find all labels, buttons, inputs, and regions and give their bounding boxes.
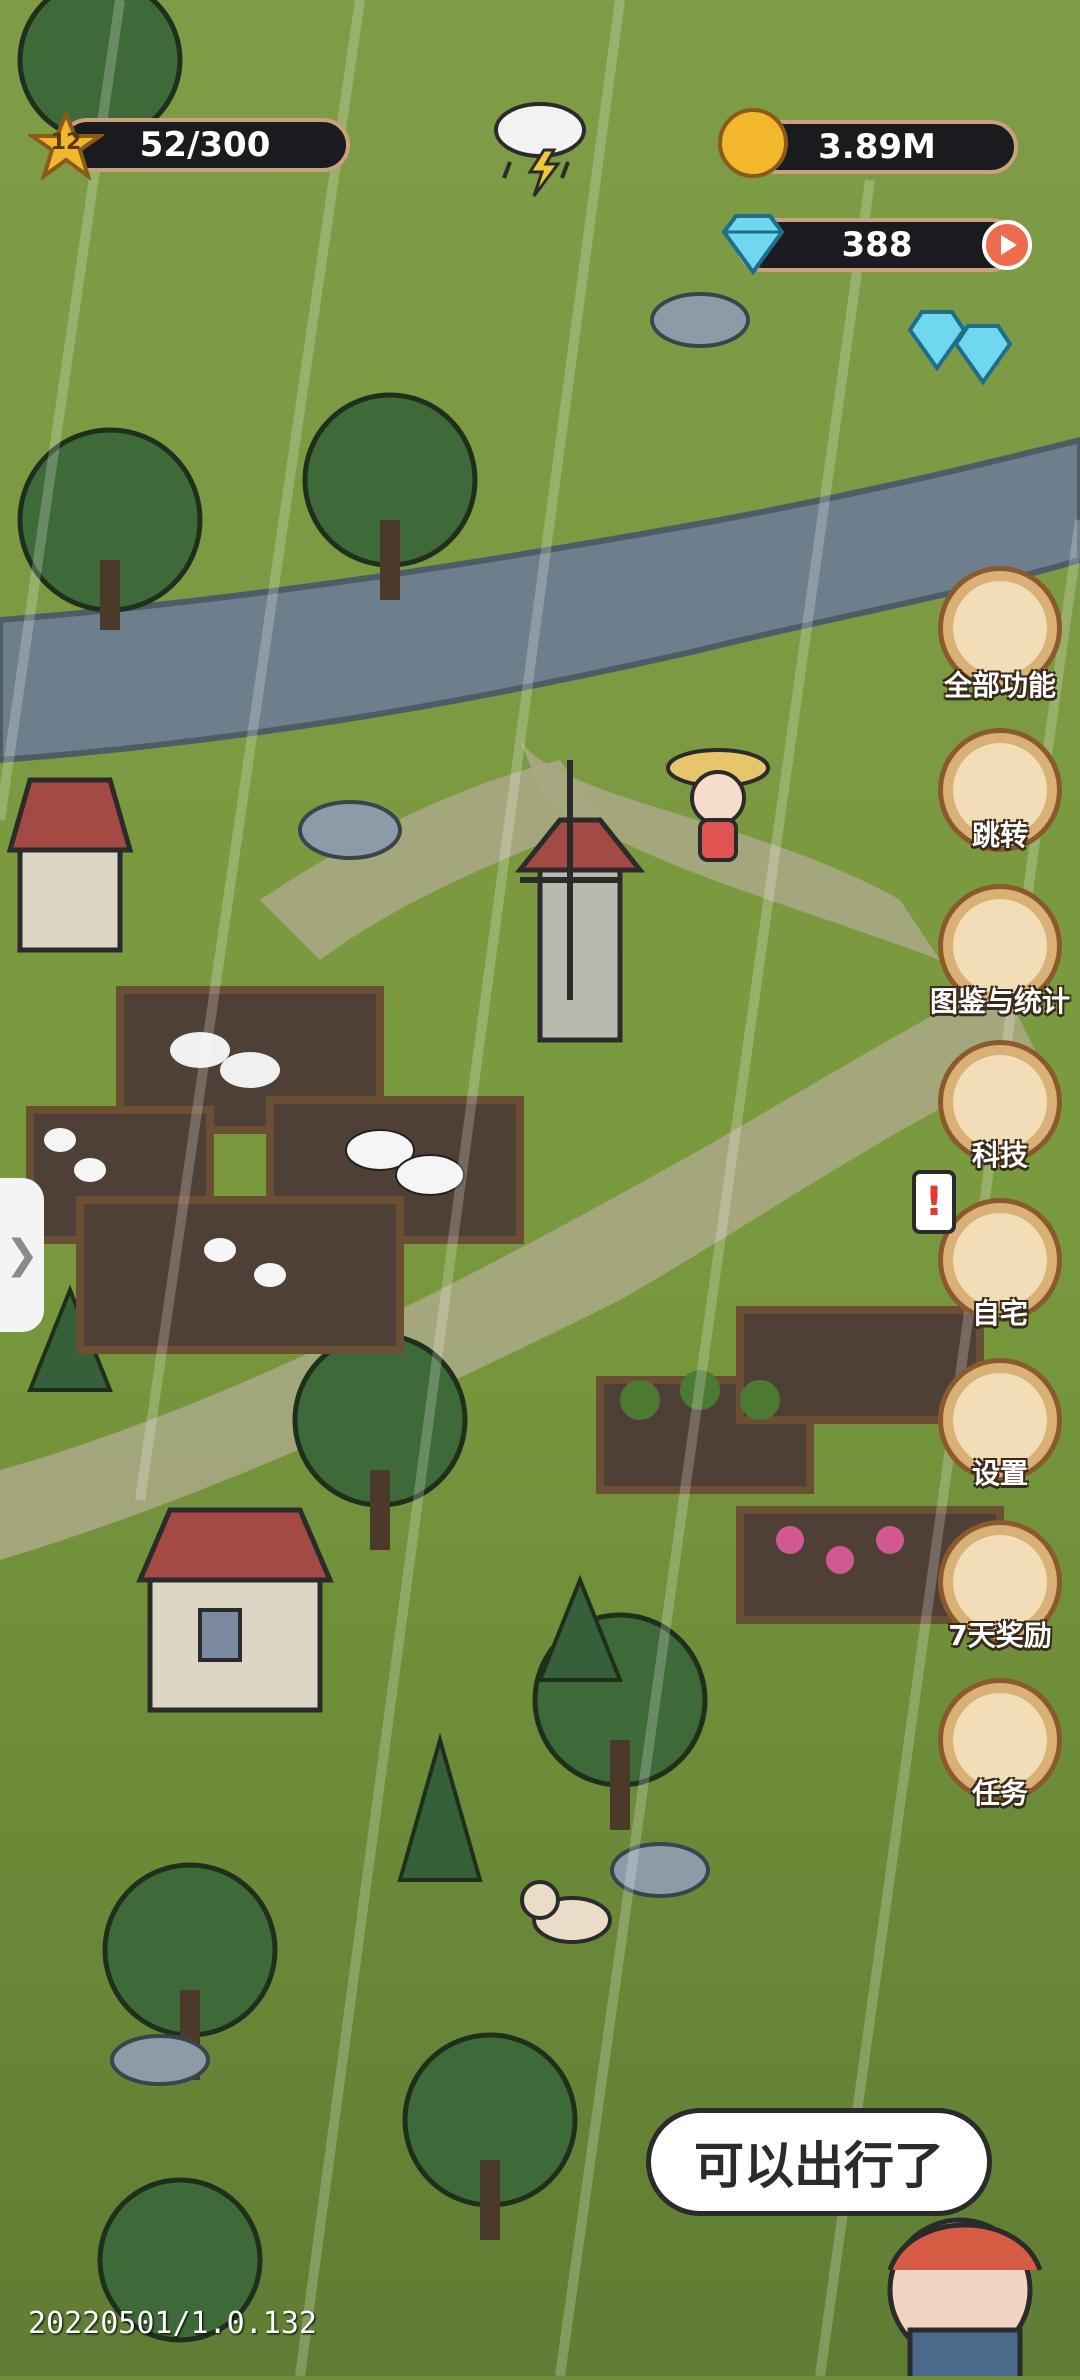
tech-label: 科技 [971,1139,1028,1172]
alert-badge-icon: ! [912,1170,956,1234]
diamond-icon [721,214,785,276]
rock [110,2034,210,2086]
all-functions-icon [953,581,1047,675]
diamond-reward-icon[interactable] [900,306,1024,394]
diamond-amount: 388 [841,225,913,265]
rock [298,800,402,860]
all-functions-label: 全部功能 [943,669,1056,702]
gold-coin-icon [718,108,788,178]
side-drawer-handle[interactable]: ❯ [0,1178,44,1332]
character-avatar-icon [887,2217,1043,2380]
play-video-icon [1001,235,1017,255]
guide-character[interactable] [820,2180,1080,2380]
coin-amount: 3.89M [818,127,936,167]
seven-day-reward-label: 7天奖励 [948,1619,1052,1652]
chevron-right-icon: ❯ [5,1232,39,1278]
farmhouse [6,777,134,953]
settings-label: 设置 [971,1457,1028,1490]
rock [650,292,750,348]
version-text: 20220501/1.0.132 [28,2306,317,2341]
home-label: 自宅 [971,1297,1028,1330]
jump-label: 跳转 [971,819,1028,852]
thunderstorm-icon [494,102,586,197]
watch-ad-diamond-button[interactable] [982,220,1032,270]
hotel-building [136,1507,334,1713]
tasks-label: 任务 [971,1777,1028,1810]
encyclopedia-label: 图鉴与统计 [929,985,1070,1018]
level-text: 12 [50,130,82,155]
level-badge[interactable]: 12 [25,108,107,182]
weather-indicator [486,92,594,200]
clipboard-icon [953,899,1047,993]
exp-text: 52/300 [139,125,271,165]
